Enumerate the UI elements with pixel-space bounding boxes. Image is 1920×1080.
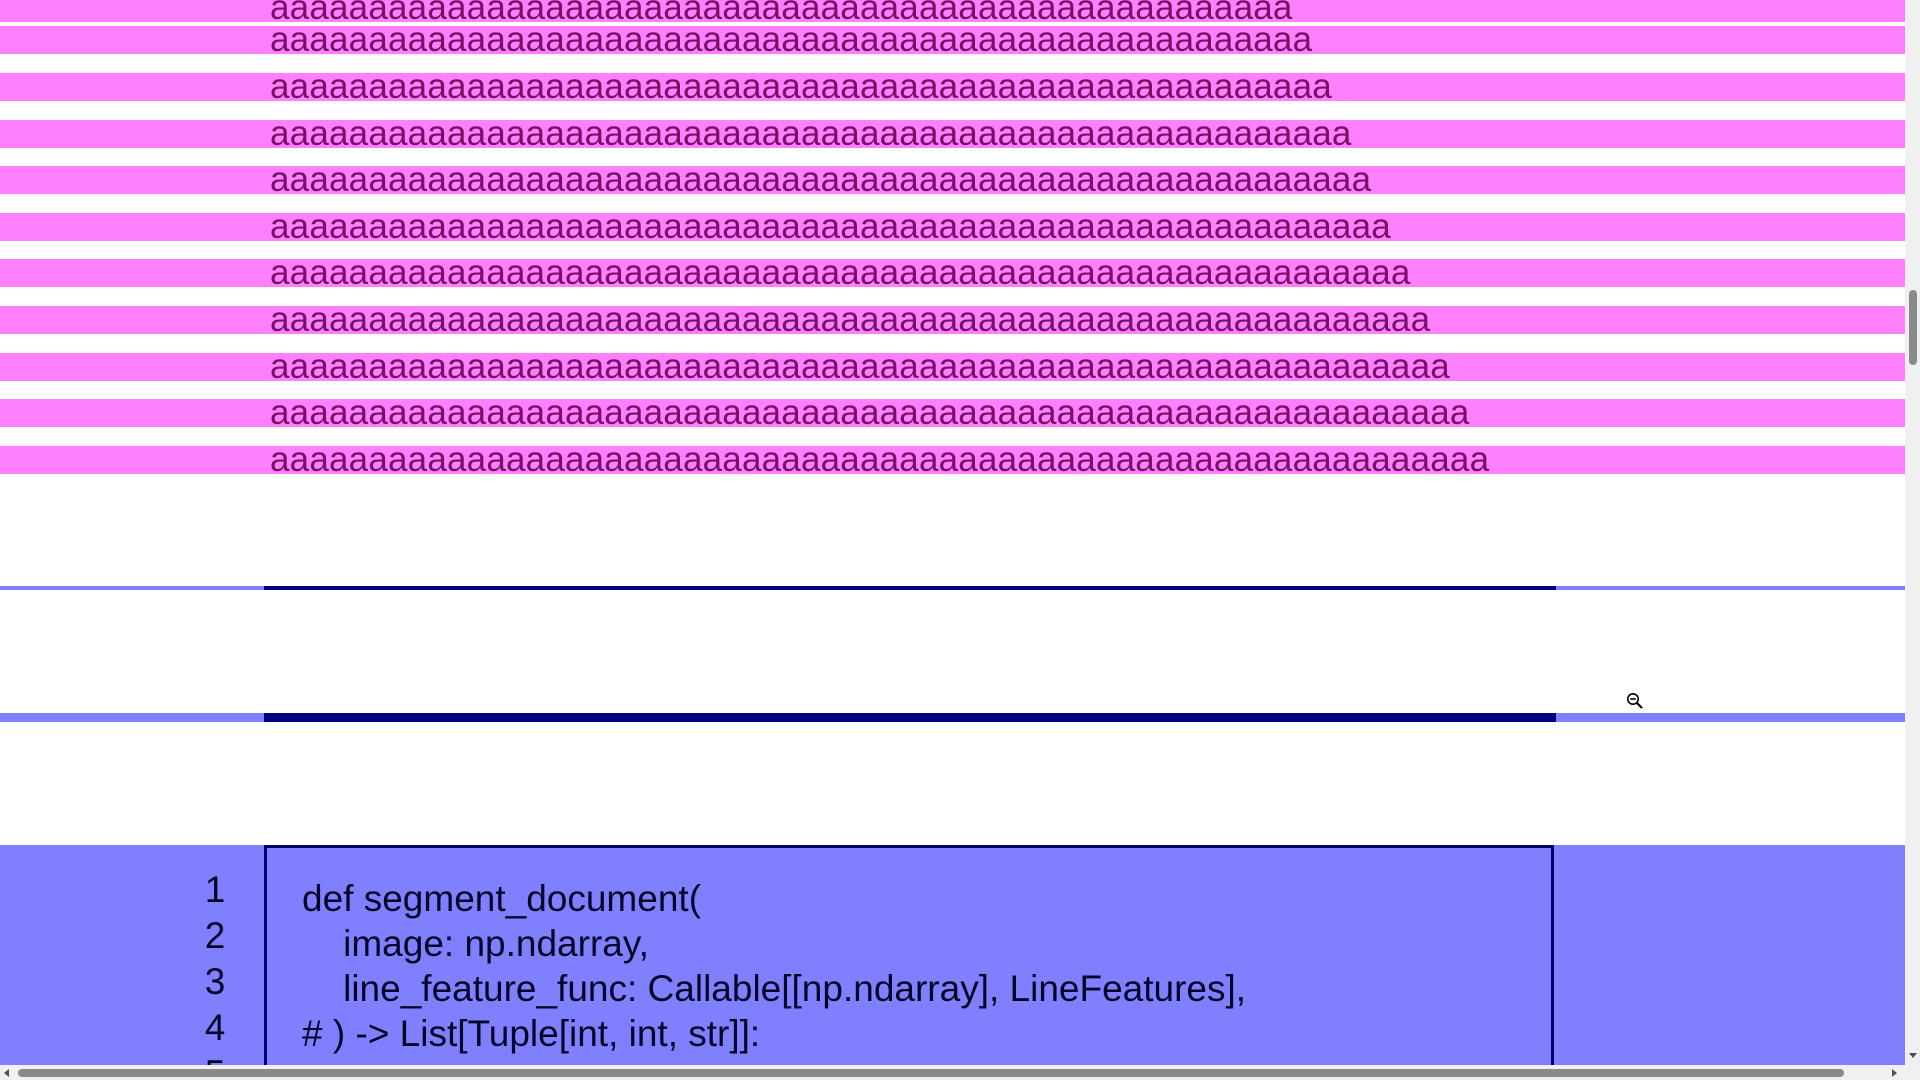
text-row: aaaaaaaaaaaaaaaaaaaaaaaaaaaaaaaaaaaaaaaa…: [0, 440, 1905, 479]
text-row: aaaaaaaaaaaaaaaaaaaaaaaaaaaaaaaaaaaaaaaa…: [0, 300, 1905, 339]
text-row: aaaaaaaaaaaaaaaaaaaaaaaaaaaaaaaaaaaaaaaa…: [0, 114, 1905, 153]
horizontal-scrollbar[interactable]: [0, 1065, 1905, 1080]
code-block: 1 2 3 4 5 def segment_document( image: n…: [0, 845, 1905, 1065]
line-number: 2: [204, 915, 226, 956]
text-row: aaaaaaaaaaaaaaaaaaaaaaaaaaaaaaaaaaaaaaaa…: [0, 347, 1905, 386]
vertical-scrollbar[interactable]: [1905, 0, 1920, 1080]
divider-line-thick-dark: [264, 713, 1556, 722]
text-row: aaaaaaaaaaaaaaaaaaaaaaaaaaaaaaaaaaaaaaaa…: [0, 20, 1905, 59]
text-row-content: aaaaaaaaaaaaaaaaaaaaaaaaaaaaaaaaaaaaaaaa…: [270, 440, 1490, 479]
text-row: aaaaaaaaaaaaaaaaaaaaaaaaaaaaaaaaaaaaaaaa…: [0, 0, 1905, 27]
text-row-content: aaaaaaaaaaaaaaaaaaaaaaaaaaaaaaaaaaaaaaaa…: [270, 393, 1470, 432]
code-line: image: np.ndarray,: [302, 923, 649, 964]
vertical-scroll-thumb[interactable]: [1909, 290, 1917, 365]
text-row-content: aaaaaaaaaaaaaaaaaaaaaaaaaaaaaaaaaaaaaaaa…: [270, 160, 1372, 199]
text-row-content: aaaaaaaaaaaaaaaaaaaaaaaaaaaaaaaaaaaaaaaa…: [270, 20, 1313, 59]
text-row: aaaaaaaaaaaaaaaaaaaaaaaaaaaaaaaaaaaaaaaa…: [0, 67, 1905, 106]
text-row: aaaaaaaaaaaaaaaaaaaaaaaaaaaaaaaaaaaaaaaa…: [0, 207, 1905, 246]
code-box: def segment_document( image: np.ndarray,…: [264, 845, 1554, 1065]
text-row: aaaaaaaaaaaaaaaaaaaaaaaaaaaaaaaaaaaaaaaa…: [0, 160, 1905, 199]
code-line: # ) -> List[Tuple[int, int, str]]:: [302, 1013, 761, 1054]
scroll-right-arrow-icon[interactable]: [1892, 1069, 1897, 1077]
line-number-gutter: 1 2 3 4 5: [195, 867, 235, 1065]
text-row-content: aaaaaaaaaaaaaaaaaaaaaaaaaaaaaaaaaaaaaaaa…: [270, 0, 1293, 27]
text-row-content: aaaaaaaaaaaaaaaaaaaaaaaaaaaaaaaaaaaaaaaa…: [270, 207, 1391, 246]
horizontal-scroll-thumb[interactable]: [18, 1069, 1844, 1077]
scroll-left-arrow-icon[interactable]: [4, 1069, 9, 1077]
line-number: 4: [204, 1007, 226, 1048]
divider-line-dark: [264, 586, 1556, 590]
text-row-content: aaaaaaaaaaaaaaaaaaaaaaaaaaaaaaaaaaaaaaaa…: [270, 253, 1411, 292]
document-viewport[interactable]: aaaaaaaaaaaaaaaaaaaaaaaaaaaaaaaaaaaaaaaa…: [0, 0, 1905, 1065]
text-row: aaaaaaaaaaaaaaaaaaaaaaaaaaaaaaaaaaaaaaaa…: [0, 253, 1905, 292]
text-row-content: aaaaaaaaaaaaaaaaaaaaaaaaaaaaaaaaaaaaaaaa…: [270, 300, 1431, 339]
code-line: def segment_document(: [302, 878, 702, 919]
text-row-content: aaaaaaaaaaaaaaaaaaaaaaaaaaaaaaaaaaaaaaaa…: [270, 67, 1332, 106]
code-line: line_feature_func: Callable[[np.ndarray]…: [302, 968, 1247, 1009]
zoom-out-icon: [1627, 693, 1643, 709]
line-number: 3: [204, 961, 226, 1002]
line-number: 1: [204, 869, 226, 910]
scroll-down-arrow-icon[interactable]: [1909, 1053, 1917, 1058]
line-number: 5: [195, 1051, 235, 1065]
text-row: aaaaaaaaaaaaaaaaaaaaaaaaaaaaaaaaaaaaaaaa…: [0, 393, 1905, 432]
text-row-content: aaaaaaaaaaaaaaaaaaaaaaaaaaaaaaaaaaaaaaaa…: [270, 114, 1352, 153]
text-row-content: aaaaaaaaaaaaaaaaaaaaaaaaaaaaaaaaaaaaaaaa…: [270, 347, 1450, 386]
